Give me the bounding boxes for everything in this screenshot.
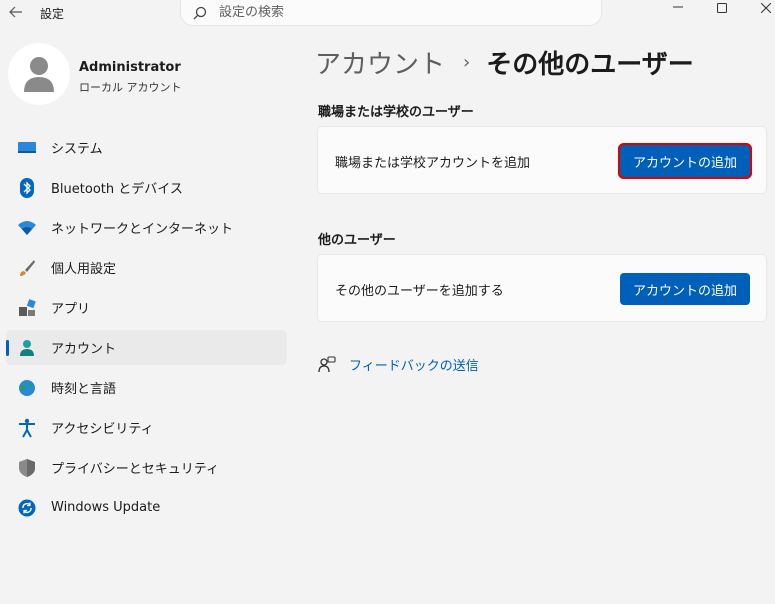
search-input[interactable]	[219, 5, 579, 20]
title-bar: 設定	[0, 0, 775, 26]
breadcrumb-parent[interactable]: アカウント	[315, 44, 445, 81]
back-arrow-icon	[9, 6, 22, 18]
add-other-user-button[interactable]: アカウントの追加	[620, 273, 750, 305]
sidebar-item-label: プライバシーとセキュリティ	[51, 462, 219, 477]
accessibility-icon	[16, 417, 38, 439]
sidebar-item-bluetooth[interactable]: Bluetooth とデバイス	[6, 170, 287, 205]
feedback-link[interactable]: フィードバックの送信	[349, 355, 479, 374]
work-school-card: 職場または学校アカウントを追加 アカウントの追加	[317, 126, 767, 194]
close-button[interactable]	[744, 0, 775, 16]
sidebar-item-time-language[interactable]: 時刻と言語	[6, 370, 287, 405]
sidebar-item-label: システム	[51, 142, 103, 157]
sidebar-nav: システム Bluetooth とデバイス ネットワークとインターネット 個人用設…	[6, 130, 287, 530]
breadcrumb-separator: ›	[463, 51, 471, 73]
sidebar-item-label: ネットワークとインターネット	[51, 222, 234, 237]
sidebar-item-accounts[interactable]: アカウント	[6, 330, 287, 365]
sidebar-item-label: 時刻と言語	[51, 382, 117, 397]
sidebar-item-personalization[interactable]: 個人用設定	[6, 250, 287, 285]
feedback-row[interactable]: フィードバックの送信	[318, 355, 479, 374]
user-silhouette-icon	[24, 57, 54, 92]
sidebar-item-label: アクセシビリティ	[51, 422, 154, 437]
sidebar-item-label: 個人用設定	[51, 262, 117, 277]
account-icon	[16, 337, 38, 359]
app-title: 設定	[40, 7, 65, 21]
shield-icon	[16, 457, 38, 479]
close-icon	[761, 3, 771, 13]
update-icon	[16, 497, 38, 519]
minimize-icon	[673, 6, 683, 8]
sidebar-item-network[interactable]: ネットワークとインターネット	[6, 210, 287, 245]
search-box[interactable]	[180, 0, 602, 26]
sidebar-item-apps[interactable]: アプリ	[6, 290, 287, 325]
sidebar-item-label: Bluetooth とデバイス	[51, 182, 183, 197]
avatar[interactable]	[8, 43, 70, 105]
work-school-section-title: 職場または学校のユーザー	[318, 105, 474, 120]
system-icon	[16, 137, 38, 159]
work-school-card-text: 職場または学校アカウントを追加	[335, 156, 531, 171]
sidebar-item-privacy[interactable]: プライバシーとセキュリティ	[6, 450, 287, 485]
maximize-button[interactable]	[700, 0, 744, 16]
sidebar-item-accessibility[interactable]: アクセシビリティ	[6, 410, 287, 445]
user-name: Administrator	[79, 60, 181, 75]
wifi-icon	[16, 217, 38, 239]
back-button[interactable]	[6, 2, 26, 22]
minimize-button[interactable]	[656, 0, 700, 16]
feedback-icon	[318, 355, 336, 374]
globe-icon	[16, 377, 38, 399]
sidebar-item-label: アプリ	[51, 302, 91, 317]
bluetooth-icon	[16, 177, 38, 199]
breadcrumb: アカウント › その他のユーザー	[315, 44, 694, 80]
other-users-section-title: 他のユーザー	[318, 233, 396, 248]
sidebar-item-windows-update[interactable]: Windows Update	[6, 490, 287, 525]
other-users-card: その他のユーザーを追加する アカウントの追加	[317, 254, 767, 322]
sidebar-item-label: アカウント	[51, 342, 117, 357]
apps-icon	[16, 297, 38, 319]
maximize-icon	[717, 3, 727, 13]
page-title: その他のユーザー	[486, 49, 694, 80]
account-type: ローカル アカウント	[79, 81, 182, 94]
search-icon	[193, 6, 207, 20]
sidebar-item-label: Windows Update	[51, 500, 161, 515]
add-work-account-button[interactable]: アカウントの追加	[618, 143, 752, 179]
sidebar-item-system[interactable]: システム	[6, 130, 287, 165]
other-users-card-text: その他のユーザーを追加する	[335, 284, 504, 299]
brush-icon	[16, 257, 38, 279]
